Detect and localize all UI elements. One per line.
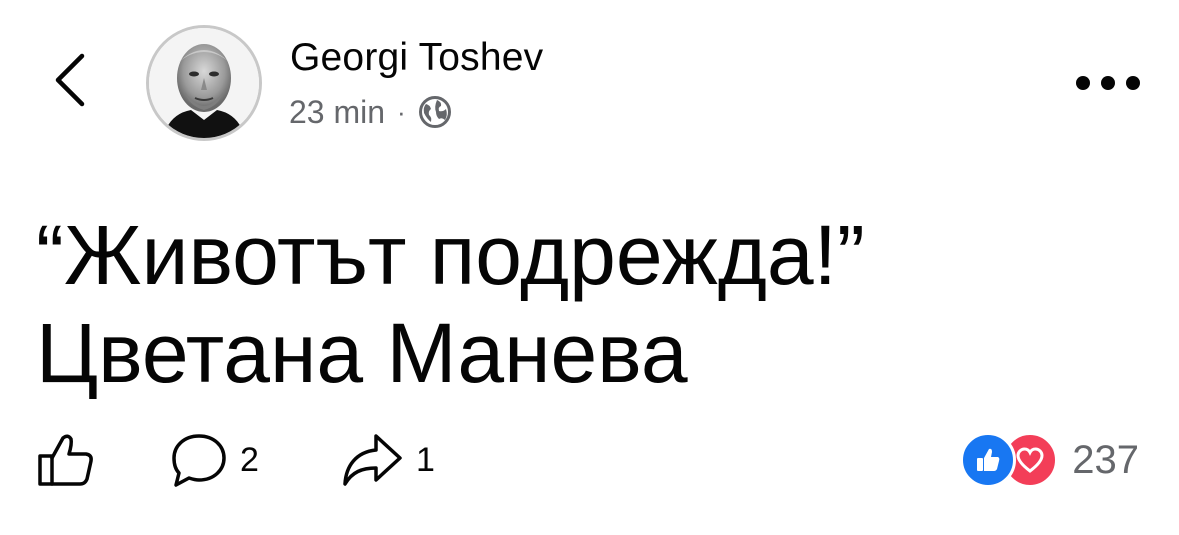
thumbs-up-icon [38,434,93,486]
more-options-button[interactable] [1076,68,1140,98]
action-bar: 2 1 237 [0,420,1179,500]
post-time[interactable]: 23 min [289,94,385,131]
back-button[interactable] [40,48,100,112]
post-content: “Животът подрежда!” Цветана Манева [36,206,865,402]
shares-count: 1 [416,440,435,479]
share-button[interactable]: 1 [340,420,435,500]
avatar-photo [149,28,259,138]
like-button[interactable] [36,420,96,500]
post-text-line: Цветана Манева [36,306,688,400]
like-reaction-icon [960,432,1017,488]
comment-button[interactable]: 2 [168,420,259,500]
ellipsis-icon-dot [1101,76,1115,90]
post-text-line: “Животът подрежда!” [36,208,865,302]
share-arrow-icon [343,434,402,486]
meta-separator: · [397,96,406,127]
author-name[interactable]: Georgi Toshev [290,36,543,80]
avatar[interactable] [146,25,262,141]
ellipsis-icon-dot [1076,76,1090,90]
comment-bubble-icon [172,434,226,487]
chevron-left-icon [55,53,85,107]
ellipsis-icon-dot [1126,76,1140,90]
comments-count: 2 [240,440,259,479]
reactions-summary[interactable]: 237 [960,420,1139,500]
reactions-count: 237 [1072,437,1139,482]
post-meta: 23 min · [289,92,452,132]
globe-icon[interactable] [418,95,452,129]
